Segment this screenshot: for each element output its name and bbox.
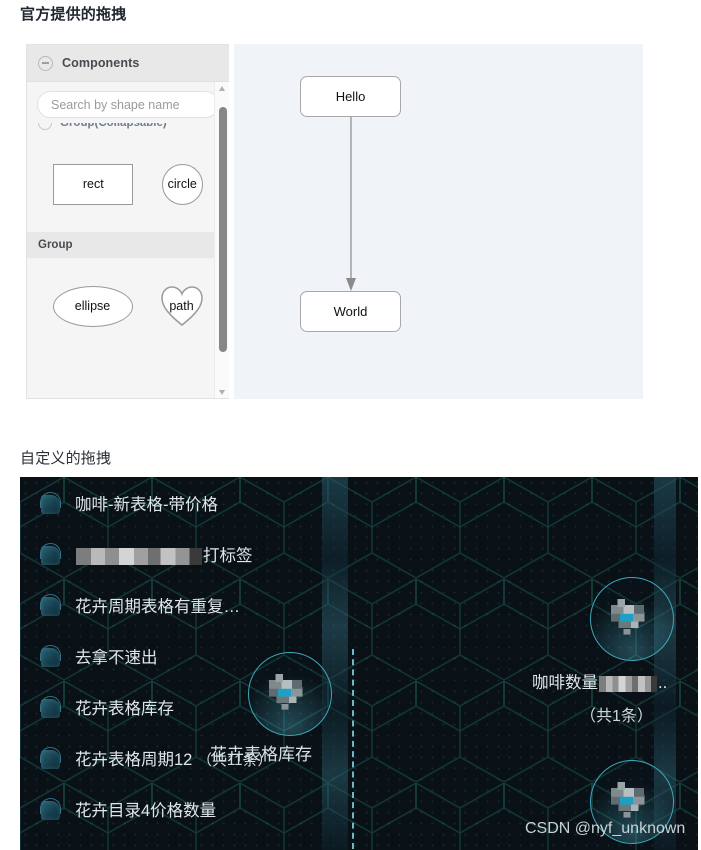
drag-preview-badge[interactable] [248,652,332,736]
search-input[interactable] [37,91,219,118]
edge-hello-world [346,117,356,291]
drag-preview-label: 花卉表格库存 [210,745,312,764]
diagram-node-hello[interactable]: Hello [300,76,401,117]
list-item[interactable]: 花卉周期表格有重复… [20,579,320,630]
list-item-label: 花卉表格库存 [75,699,174,718]
ellipse-shape-icon[interactable]: ellipse [52,285,133,327]
list-item-label: 咖啡-新表格-带价格 [75,495,218,514]
section-title-official: 官方提供的拖拽 [20,6,127,23]
diagram-node-world[interactable]: World [300,291,401,332]
tile-thumbnail-1 [611,599,653,639]
drop-target-dashed-line [352,649,354,849]
list-item[interactable]: 咖啡-新表格-带价格 [20,477,320,528]
redaction-mosaic [76,547,202,565]
triangle-up-icon[interactable] [215,82,229,96]
components-panel: Components Group(Collapsable) rect [26,44,229,399]
table-item-icon [40,491,61,514]
scrollbar-thumb[interactable] [218,107,227,352]
plus-circle-icon[interactable] [38,123,52,130]
table-item-icon [40,695,61,718]
shape-item-rect[interactable]: rect [53,163,134,205]
path-shape-label: path [169,299,194,313]
table-item-icon [40,644,61,667]
redaction-mosaic [599,675,657,692]
page-root: 官方提供的拖拽 Components Group(Collapsable) [0,0,701,850]
list-item-label: 花卉目录4价格数量 [75,801,217,820]
node-world-label: World [333,304,368,319]
shape-row-1: rect circle [27,136,229,232]
heart-path-shape-icon[interactable]: path [160,285,204,327]
list-item-label-redacted: 打标签 [75,542,253,566]
table-item-icon [40,593,61,616]
diagram-canvas[interactable]: Hello World [234,44,643,399]
group-header-collapsable-label: Group(Collapsable) [60,123,167,129]
tile-caption-1: 咖啡数量.. [532,669,667,693]
minus-circle-icon[interactable] [38,55,53,71]
tile-badge-1[interactable] [590,577,674,661]
tile-count-1: （共1条） [580,708,653,725]
triangle-down-icon[interactable] [215,386,229,398]
official-drag-demo: Components Group(Collapsable) rect [26,44,643,399]
list-item[interactable]: 打标签 [20,528,320,579]
circle-shape-icon[interactable]: circle [161,163,203,205]
components-panel-header[interactable]: Components [27,45,229,82]
list-item-label-text: 花卉表格周期12 [75,750,193,769]
drag-preview-thumbnail [269,674,311,714]
node-hello-label: Hello [335,89,366,104]
tile-caption-prefix: 咖啡数量 [532,674,598,692]
shape-item-circle[interactable]: circle [161,163,203,205]
rect-shape-icon[interactable]: rect [53,163,134,205]
shape-item-ellipse[interactable]: ellipse [52,285,133,327]
ellipse-shape-label: ellipse [74,299,111,313]
vertical-stripe-left [322,477,348,850]
search-container [27,82,229,123]
circle-shape-label: circle [167,177,197,191]
list-item-label: 花卉周期表格有重复… [75,597,240,616]
group-header-collapsable[interactable]: Group(Collapsable) [27,123,229,136]
panel-scrollbar[interactable] [214,82,229,398]
list-item-label-suffix: 打标签 [203,546,253,565]
group-header-label: Group [38,239,73,251]
table-item-icon [40,542,61,565]
components-panel-title: Components [62,56,140,70]
section-title-custom: 自定义的拖拽 [20,450,112,467]
shape-row-2: ellipse path [27,258,229,354]
shape-item-path[interactable]: path [160,285,204,327]
list-item-label: 去拿不速出 [75,648,158,667]
watermark: CSDN @nyf_unknown [525,820,686,837]
group-header[interactable]: Group [27,232,229,258]
custom-drag-demo: 咖啡-新表格-带价格 打标签 花卉周期表格有重复… 去拿不速出 花卉表格库存 花… [20,477,698,850]
tile-caption-suffix: .. [658,674,668,692]
rect-shape-label: rect [82,177,104,191]
tile-thumbnail-2 [611,782,653,822]
table-item-icon [40,797,61,820]
stencil-scroll-area[interactable]: Group(Collapsable) rect circle Group ell… [27,123,229,393]
table-item-icon [40,746,61,769]
list-item[interactable]: 花卉目录4价格数量 [20,783,320,834]
